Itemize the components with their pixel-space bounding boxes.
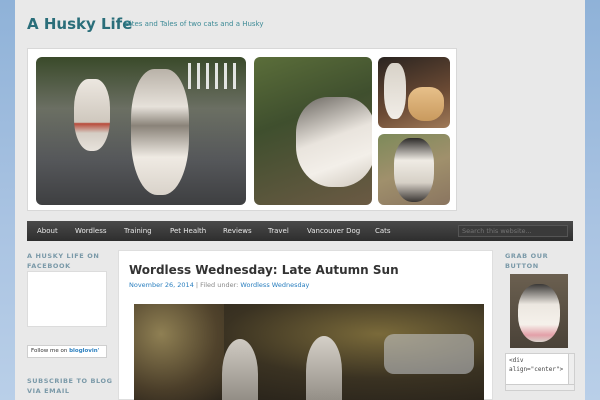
header-photo-two-huskies bbox=[36, 57, 246, 205]
code-line-1: <div bbox=[509, 357, 524, 364]
page-container: A Husky Life Bites and Tales of two cats… bbox=[15, 0, 585, 400]
subscribe-heading-line-2: VIA EMAIL bbox=[27, 387, 70, 395]
grab-button-image[interactable] bbox=[510, 274, 568, 348]
bloglovin-follow-button[interactable]: Follow me on bloglovin' bbox=[27, 345, 107, 358]
post-title[interactable]: Wordless Wednesday: Late Autumn Sun bbox=[129, 263, 399, 277]
car-blur bbox=[384, 334, 474, 374]
header-photo-husky-with-dog bbox=[378, 57, 450, 128]
code-line-2: align="center"> bbox=[509, 366, 564, 373]
nav-item-vancouver-dog[interactable]: Vancouver Dog bbox=[307, 221, 360, 241]
header-banner[interactable] bbox=[27, 48, 457, 211]
facebook-heading: A HUSKY LIFE ON FACEBOOK bbox=[27, 251, 99, 271]
subscribe-heading: SUBSCRIBE TO BLOG VIA EMAIL bbox=[27, 376, 113, 396]
site-title[interactable]: A Husky Life bbox=[27, 15, 132, 33]
search-input[interactable] bbox=[458, 225, 568, 237]
husky-small-figure bbox=[384, 63, 406, 119]
facebook-heading-line-1: A HUSKY LIFE ON bbox=[27, 252, 100, 260]
site-description: Bites and Tales of two cats and a Husky bbox=[125, 20, 264, 28]
husky-ear-left bbox=[222, 339, 258, 400]
fence-decoration bbox=[188, 63, 238, 89]
nav-item-training[interactable]: Training bbox=[124, 221, 152, 241]
nav-item-about[interactable]: About bbox=[37, 221, 58, 241]
husky-face-figure bbox=[518, 284, 560, 342]
husky-right-figure bbox=[131, 69, 189, 195]
subscribe-heading-line-1: SUBSCRIBE TO BLOG bbox=[27, 377, 113, 385]
nav-item-reviews[interactable]: Reviews bbox=[223, 221, 252, 241]
facebook-heading-line-2: FACEBOOK bbox=[27, 262, 71, 270]
nav-item-wordless[interactable]: Wordless bbox=[75, 221, 107, 241]
golden-dog-figure bbox=[408, 87, 444, 121]
light-blur-left bbox=[134, 304, 224, 400]
grab-heading-line-2: BUTTON bbox=[505, 262, 539, 270]
husky-ear-right bbox=[306, 336, 342, 400]
main-content: Wordless Wednesday: Late Autumn Sun Nove… bbox=[118, 250, 493, 400]
bloglovin-brand: bloglovin' bbox=[69, 348, 100, 354]
nav-item-pet-health[interactable]: Pet Health bbox=[170, 221, 206, 241]
nav-item-cats[interactable]: Cats bbox=[375, 221, 391, 241]
grab-heading-line-1: GRAB OUR bbox=[505, 252, 549, 260]
button-code-textarea[interactable]: <div align="center"> bbox=[505, 353, 575, 391]
bloglovin-prefix: Follow me on bbox=[31, 348, 68, 354]
post-filed-label: | Filed under: bbox=[195, 281, 239, 289]
header-photo-husky-sitting bbox=[378, 134, 450, 205]
header-photo-husky-closeup bbox=[254, 57, 372, 205]
post-image[interactable] bbox=[134, 304, 484, 400]
nav-item-travel[interactable]: Travel bbox=[268, 221, 289, 241]
husky-head-figure bbox=[296, 97, 372, 187]
post-meta: November 26, 2014 | Filed under: Wordles… bbox=[129, 281, 309, 289]
facebook-widget[interactable] bbox=[27, 271, 107, 327]
main-navigation: About Wordless Training Pet Health Revie… bbox=[27, 221, 573, 241]
code-horizontal-scrollbar[interactable] bbox=[506, 384, 574, 390]
husky-left-figure bbox=[74, 79, 110, 151]
post-category-link[interactable]: Wordless Wednesday bbox=[240, 281, 309, 289]
post-date[interactable]: November 26, 2014 bbox=[129, 281, 194, 289]
grab-button-heading: GRAB OUR BUTTON bbox=[505, 251, 548, 271]
husky-sitting-figure bbox=[394, 138, 434, 202]
